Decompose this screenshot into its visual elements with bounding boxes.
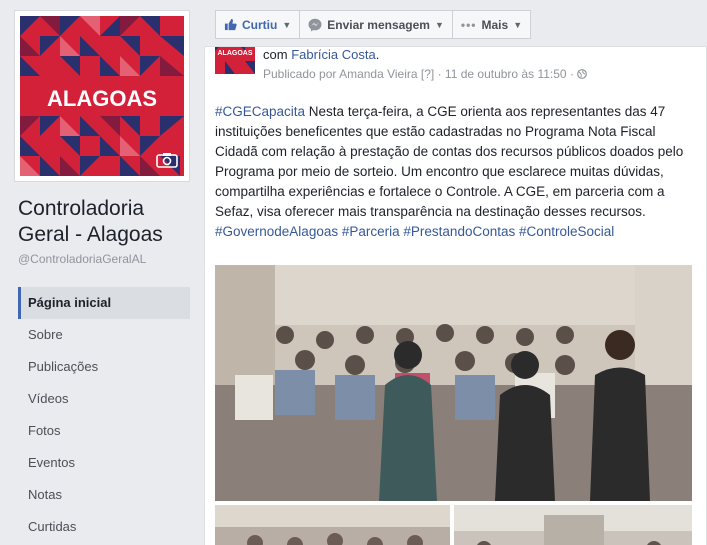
more-button[interactable]: ••• Mais ▼ xyxy=(451,10,532,39)
left-column: ALAGOAS Controladoria Geral - Alagoas @C… xyxy=(0,0,200,545)
post-body-text: Nesta terça-feira, a CGE orienta aos rep… xyxy=(215,104,684,219)
tagged-person-link[interactable]: Fabrícia Costa xyxy=(291,47,376,62)
chevron-down-icon: ▼ xyxy=(282,19,292,30)
page-handle[interactable]: @ControladoriaGeralAL xyxy=(18,252,146,266)
thumbs-up-icon xyxy=(224,18,237,31)
post-with-line: com Fabrícia Costa. xyxy=(263,47,379,62)
send-message-label: Enviar mensagem xyxy=(327,17,430,32)
hashtag-link[interactable]: #PrestandoContas xyxy=(403,224,515,239)
chevron-down-icon: ▼ xyxy=(434,19,444,30)
meeting-photo xyxy=(215,265,692,501)
hashtag-link[interactable]: #Parceria xyxy=(342,224,400,239)
nav-item-videos[interactable]: Vídeos xyxy=(18,383,190,415)
globe-icon[interactable] xyxy=(577,69,588,79)
profile-picture-frame[interactable]: ALAGOAS xyxy=(14,10,190,182)
hashtag-link[interactable]: #GovernodeAlagoas xyxy=(215,224,338,239)
more-dots-icon: ••• xyxy=(460,17,477,32)
send-message-button[interactable]: Enviar mensagem ▼ xyxy=(299,10,453,39)
more-label: Mais xyxy=(481,17,509,32)
post-timestamp[interactable]: · 11 de outubro às 11:50 · xyxy=(438,67,574,81)
chevron-down-icon: ▼ xyxy=(513,19,523,30)
page-actions: Curtiu ▼ Enviar mensagem ▼ ••• Mais ▼ xyxy=(215,10,532,39)
camera-icon[interactable] xyxy=(156,152,178,168)
like-button[interactable]: Curtiu ▼ xyxy=(215,10,301,39)
like-label: Curtiu xyxy=(242,17,278,32)
meeting-photo-3 xyxy=(454,505,692,545)
nav-item-photos[interactable]: Fotos xyxy=(18,415,190,447)
post-text: #CGECapacita Nesta terça-feira, a CGE or… xyxy=(215,102,685,242)
help-link[interactable]: [?] xyxy=(421,67,434,81)
nav-item-events[interactable]: Eventos xyxy=(18,447,190,479)
post-avatar[interactable]: ALAGOAS xyxy=(215,47,255,74)
nav-item-posts[interactable]: Publicações xyxy=(18,351,190,383)
nav-item-notes[interactable]: Notas xyxy=(18,479,190,511)
profile-picture[interactable]: ALAGOAS xyxy=(20,16,184,176)
meeting-photo-2 xyxy=(215,505,450,545)
nav-item-about[interactable]: Sobre xyxy=(18,319,190,351)
hashtag-link[interactable]: #ControleSocial xyxy=(519,224,614,239)
post-photo-2[interactable] xyxy=(215,505,450,545)
page-title[interactable]: Controladoria Geral - Alagoas xyxy=(18,196,198,248)
post-card: ALAGOAS com Fabrícia Costa. Publicado po… xyxy=(204,46,707,545)
hashtag-link[interactable]: #CGECapacita xyxy=(215,104,305,119)
post-photo-main[interactable] xyxy=(215,265,692,501)
with-suffix: . xyxy=(375,47,380,62)
avatar-logo-text: ALAGOAS xyxy=(218,50,253,57)
nav-item-likes[interactable]: Curtidas xyxy=(18,511,190,543)
published-by-prefix: Publicado por xyxy=(263,67,337,81)
with-prefix: com xyxy=(263,47,288,62)
messenger-icon xyxy=(308,18,322,31)
post-photo-3[interactable] xyxy=(454,505,692,545)
page-nav: Página inicial Sobre Publicações Vídeos … xyxy=(18,287,190,543)
post-meta: Publicado por Amanda Vieira [?] · 11 de … xyxy=(263,67,588,81)
logo-text: ALAGOAS xyxy=(47,86,157,111)
publisher-name[interactable]: Amanda Vieira xyxy=(339,67,418,81)
nav-item-home[interactable]: Página inicial xyxy=(18,287,190,319)
